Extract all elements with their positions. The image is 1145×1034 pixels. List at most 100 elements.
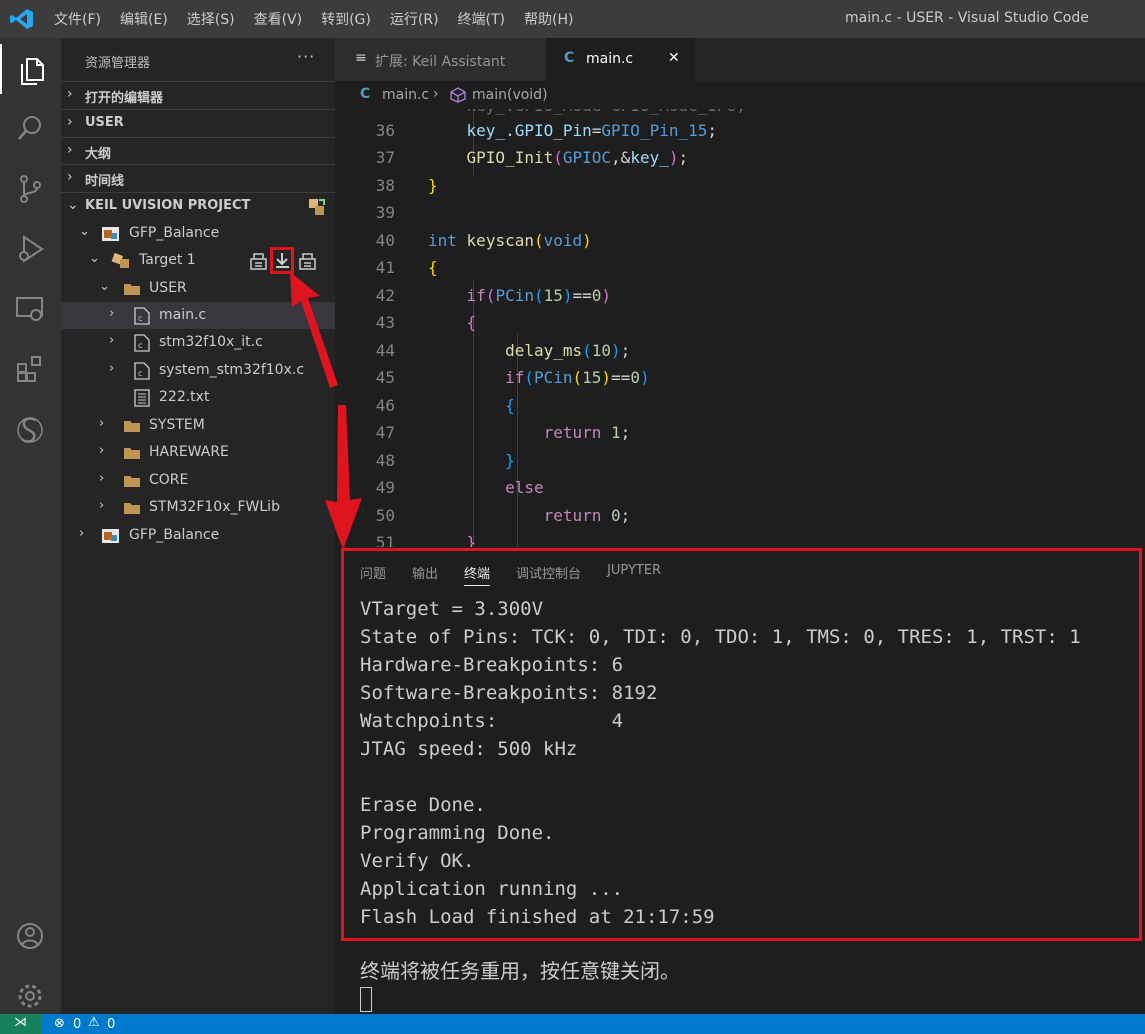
keil-extension-activity[interactable] xyxy=(0,402,61,452)
remote-explorer-icon xyxy=(16,297,43,321)
code-line: if(PCin(15)==0) xyxy=(505,368,650,387)
annotation-arrows xyxy=(290,272,362,550)
menu-run[interactable]: 运行(R) xyxy=(390,9,439,29)
folder-icon xyxy=(124,421,140,432)
svg-text:c: c xyxy=(138,341,142,350)
more-actions-icon[interactable]: ··· xyxy=(297,47,315,66)
menu-selection[interactable]: 选择(S) xyxy=(187,9,235,29)
breadcrumb-separator: › xyxy=(433,86,439,102)
remote-indicator[interactable]: ⋊ xyxy=(0,1014,42,1034)
menu-help[interactable]: 帮助(H) xyxy=(524,9,573,29)
manage-activity[interactable] xyxy=(0,968,61,1018)
search-icon xyxy=(18,116,41,140)
tab-main-c[interactable]: C main.c ✕ xyxy=(546,38,694,81)
extensions-activity[interactable] xyxy=(0,342,61,392)
folder-icon xyxy=(124,476,140,487)
method-icon xyxy=(450,87,466,103)
warning-count[interactable]: 0 xyxy=(107,1017,115,1032)
chevron-right-icon: › xyxy=(67,86,73,102)
code-line: return 1; xyxy=(543,423,631,442)
line-number: 37 xyxy=(375,148,395,167)
section-open-editors[interactable]: › 打开的编辑器 xyxy=(61,81,335,108)
tab-keil-assistant[interactable]: ≡ 扩展: Keil Assistant xyxy=(335,38,546,81)
arrow-up-to-download xyxy=(290,272,338,388)
code-line: { xyxy=(505,396,515,415)
activity-bar xyxy=(0,38,61,1014)
code-line: key_.GPIO_Pin=GPIO_Pin_15; xyxy=(466,121,718,140)
preview-icon: ≡ xyxy=(355,50,367,66)
breadcrumb-symbol[interactable]: main(void) xyxy=(472,87,548,103)
code-line: } xyxy=(428,176,438,195)
chevron-right-icon: › xyxy=(67,142,73,158)
target-icon xyxy=(111,252,129,268)
accounts-activity[interactable] xyxy=(0,908,61,958)
menu-bar: 文件(F) 编辑(E) 选择(S) 查看(V) 转到(G) 运行(R) 终端(T… xyxy=(54,0,592,38)
code-line: { xyxy=(428,258,438,277)
section-timeline[interactable]: › 时间线 xyxy=(61,164,335,191)
build-icon[interactable] xyxy=(249,251,268,270)
close-icon[interactable]: ✕ xyxy=(668,50,680,66)
explorer-activity[interactable] xyxy=(0,44,61,94)
chevron-right-icon: › xyxy=(67,169,73,185)
menu-edit[interactable]: 编辑(E) xyxy=(120,9,168,29)
arrow-down-to-terminal xyxy=(325,405,362,550)
c-file-icon: c xyxy=(134,307,150,325)
window-title: main.c - USER - Visual Studio Code xyxy=(845,10,1089,26)
line-number: 40 xyxy=(375,231,395,250)
code-editor[interactable]: key_.GPIO_Mode=GPIO_Mode_IPU; 36 key_.GP… xyxy=(335,109,1145,547)
text-file-icon xyxy=(134,389,150,407)
c-file-icon: c xyxy=(134,362,150,380)
code-line: return 0; xyxy=(543,506,631,525)
menu-view[interactable]: 查看(V) xyxy=(254,9,303,29)
title-bar: 文件(F) 编辑(E) 选择(S) 查看(V) 转到(G) 运行(R) 终端(T… xyxy=(0,0,1145,38)
status-bar: ⋊ ⊗ 0 ⚠ 0 xyxy=(0,1014,1145,1034)
files-icon xyxy=(21,58,44,85)
search-activity[interactable] xyxy=(0,102,61,152)
extensions-icon xyxy=(17,356,41,382)
c-file-icon: c xyxy=(134,334,150,352)
errors-icon[interactable]: ⊗ xyxy=(54,1016,65,1031)
run-debug-icon xyxy=(19,235,44,263)
code-line-partial: key_.GPIO_Mode=GPIO_Mode_IPU; xyxy=(428,109,746,115)
editor-tabs: ≡ 扩展: Keil Assistant C main.c ✕ xyxy=(335,38,1145,81)
section-keil-project[interactable]: ⌄ KEIL UVISION PROJECT xyxy=(61,192,335,219)
vscode-logo-icon xyxy=(10,9,33,29)
chevron-down-icon: ⌄ xyxy=(67,197,79,213)
line-number: 36 xyxy=(375,121,395,140)
error-count[interactable]: 0 xyxy=(73,1017,81,1032)
section-user[interactable]: › USER xyxy=(61,109,335,136)
remote-icon: ⋊ xyxy=(14,1015,27,1030)
folder-icon xyxy=(124,448,140,459)
switch-project-icon[interactable] xyxy=(307,197,327,217)
code-line: else xyxy=(505,478,544,497)
code-line: if(PCin(15)==0) xyxy=(466,286,612,305)
remote-explorer-activity[interactable] xyxy=(0,282,61,332)
menu-terminal[interactable]: 终端(T) xyxy=(458,9,505,29)
keil-project-icon xyxy=(102,227,119,241)
keil-s-icon xyxy=(17,417,43,443)
gear-icon xyxy=(18,984,42,1008)
c-language-icon: C xyxy=(564,50,575,66)
code-line: } xyxy=(466,533,477,547)
code-line: int keyscan(void) xyxy=(428,231,592,250)
menu-go[interactable]: 转到(G) xyxy=(321,9,371,29)
c-language-icon: C xyxy=(360,86,371,102)
run-debug-activity[interactable] xyxy=(0,222,61,272)
terminal-reuse-message: 终端将被任务重用，按任意键关闭。 xyxy=(360,959,680,983)
tree-project-gfp-balance[interactable]: ⌄ GFP_Balance xyxy=(61,220,335,247)
breadcrumb: C main.c › main(void) xyxy=(335,81,1145,109)
code-line: { xyxy=(466,313,477,332)
code-line: delay_ms(10); xyxy=(505,341,631,360)
code-line: } xyxy=(505,451,515,470)
line-number: 38 xyxy=(375,176,395,195)
chevron-right-icon: › xyxy=(67,114,73,130)
account-icon xyxy=(17,923,43,949)
source-control-icon xyxy=(20,175,41,203)
menu-file[interactable]: 文件(F) xyxy=(54,9,101,29)
section-outline[interactable]: › 大纲 xyxy=(61,137,335,164)
terminal-cursor xyxy=(360,987,372,1012)
warning-icon[interactable]: ⚠ xyxy=(88,1015,100,1030)
folder-icon xyxy=(124,284,140,295)
breadcrumb-file[interactable]: main.c xyxy=(382,87,429,103)
source-control-activity[interactable] xyxy=(0,162,61,212)
